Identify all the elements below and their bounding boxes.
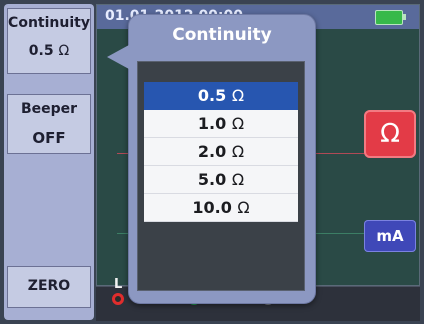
continuity-value-unit: Ω <box>58 43 70 59</box>
option-value: 5.0 <box>197 170 227 189</box>
option-value: 2.0 <box>197 142 227 161</box>
range-option-2-0[interactable]: 2.0 Ω <box>144 138 298 166</box>
popup-pointer <box>107 45 129 69</box>
continuity-softkey[interactable]: Continuity 0.5 Ω <box>7 8 91 74</box>
range-option-10-0[interactable]: 10.0 Ω <box>144 194 298 222</box>
zero-label: ZERO <box>27 278 71 294</box>
range-option-1-0[interactable]: 1.0 Ω <box>144 110 298 138</box>
option-unit: Ω <box>237 198 250 217</box>
popup-list-container: 0.5 Ω 1.0 Ω 2.0 Ω 5.0 Ω 10.0 Ω <box>137 61 305 291</box>
option-unit: Ω <box>231 170 245 189</box>
beeper-value: OFF <box>32 129 66 147</box>
popup-title: Continuity <box>172 25 272 45</box>
continuity-popup: Continuity 0.5 Ω 1.0 Ω 2.0 Ω 5.0 Ω 10.0 … <box>107 14 316 304</box>
softkey-panel: Continuity 0.5 Ω Beeper OFF ZERO <box>4 4 94 320</box>
option-unit: Ω <box>231 114 245 133</box>
option-value: 10.0 <box>192 198 232 217</box>
option-unit: Ω <box>231 86 245 105</box>
ma-function-button[interactable]: mA <box>364 220 416 252</box>
terminal-label-l: L <box>114 277 123 292</box>
red-terminal-icon <box>112 293 124 305</box>
option-value: 1.0 <box>197 114 227 133</box>
continuity-value: 0.5 Ω <box>8 43 90 59</box>
battery-icon <box>375 10 406 25</box>
zero-softkey[interactable]: ZERO <box>7 266 91 308</box>
option-unit: Ω <box>231 142 245 161</box>
ohm-label: Ω <box>380 119 400 149</box>
beeper-softkey[interactable]: Beeper OFF <box>7 94 91 154</box>
ohm-function-button[interactable]: Ω <box>364 110 416 158</box>
ma-label: mA <box>376 227 404 245</box>
continuity-value-number: 0.5 <box>28 43 54 59</box>
continuity-label: Continuity <box>8 15 90 31</box>
device-screen: Continuity 0.5 Ω Beeper OFF ZERO 01.01.2… <box>0 0 424 324</box>
range-option-5-0[interactable]: 5.0 Ω <box>144 166 298 194</box>
beeper-label: Beeper <box>20 101 78 117</box>
option-value: 0.5 <box>197 86 227 105</box>
range-option-0-5[interactable]: 0.5 Ω <box>144 82 298 110</box>
range-options: 0.5 Ω 1.0 Ω 2.0 Ω 5.0 Ω 10.0 Ω <box>144 82 298 222</box>
